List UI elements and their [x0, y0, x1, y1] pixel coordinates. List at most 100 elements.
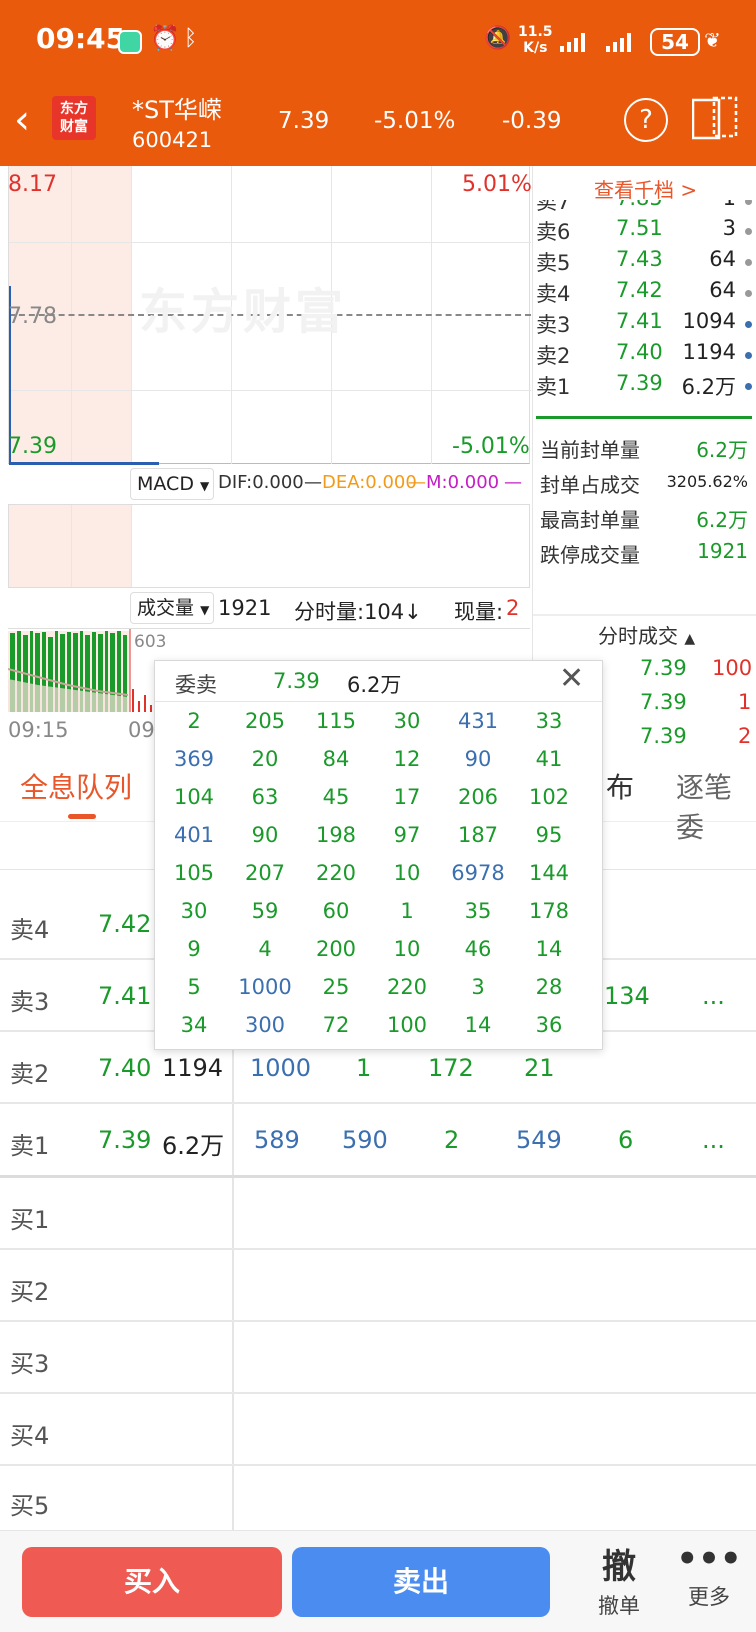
tab-distribution[interactable]: 布	[606, 766, 634, 806]
stock-header: ‹ 东方 财富 *ST华嵘 600421 7.39 -5.01% -0.39 ?	[0, 86, 756, 166]
help-icon[interactable]: ?	[624, 98, 668, 142]
popup-cell: 369	[173, 747, 215, 771]
popup-cell: 95	[535, 823, 563, 847]
popup-cell: 1000	[238, 975, 292, 999]
net-speed: 11.5 K/s	[518, 24, 553, 56]
popup-cell: 104	[173, 785, 215, 809]
popup-cell: 200	[315, 937, 357, 961]
ask-row: 卖3 7.41 1094	[536, 309, 752, 339]
popup-title: 委卖	[175, 673, 217, 697]
signal-icon	[560, 30, 590, 54]
ask-row: 卖77.851	[536, 200, 752, 216]
stock-name: *ST华嵘	[132, 96, 222, 124]
ask-row: 卖2 7.40 1194	[536, 340, 752, 370]
low-price-label: 7.39	[8, 434, 57, 459]
bluetooth-icon: ᛒ	[184, 26, 198, 51]
popup-cell: 17	[393, 785, 421, 809]
header-change: -0.39	[502, 108, 562, 134]
macd-dash-3: —	[504, 472, 522, 493]
popup-cell: 178	[528, 899, 570, 923]
switch-view-icon[interactable]	[691, 96, 738, 140]
popup-cell: 205	[244, 709, 286, 733]
cancel-label: 撤单	[598, 1594, 640, 1618]
queue-row-bid3[interactable]: 买3	[0, 1322, 756, 1394]
macd-selector[interactable]: MACD ▼	[130, 468, 214, 500]
clock: 09:45	[36, 22, 126, 55]
popup-cell: 105	[173, 861, 215, 885]
popup-cell: 14	[535, 937, 563, 961]
queue-row-bid5[interactable]: 买5	[0, 1466, 756, 1530]
low-pct-label: -5.01%	[452, 434, 530, 459]
popup-cell: 300	[244, 1013, 286, 1037]
popup-cell: 14	[464, 1013, 492, 1037]
popup-cell: 46	[464, 937, 492, 961]
popup-cell: 59	[251, 899, 279, 923]
macd-chart[interactable]	[8, 504, 530, 588]
buy-button[interactable]: 买入	[22, 1547, 282, 1617]
queue-row-bid1[interactable]: 买1	[0, 1178, 756, 1250]
more-button[interactable]: ••• 更多	[676, 1539, 742, 1611]
tick-volume: 分时量:104↓	[294, 600, 422, 624]
time-mid-label: 09	[128, 718, 155, 742]
popup-cell: 102	[528, 785, 570, 809]
volume-total: 1921	[218, 596, 272, 620]
popup-cell: 100	[386, 1013, 428, 1037]
popup-cell: 72	[322, 1013, 350, 1037]
popup-cell: 84	[322, 747, 350, 771]
ask-queue-popup[interactable]: 委卖 7.39 6.2万 ✕ 2 20 5 115 30 431 33 369 20 84 12 90…	[154, 660, 603, 1050]
tick-vol: 100	[712, 656, 753, 680]
popup-cell: 401	[173, 823, 215, 847]
popup-cell: 33	[535, 709, 563, 733]
popup-cell: 20	[251, 747, 279, 771]
view-1000-levels-link[interactable]: 查看千档 >	[594, 174, 697, 203]
popup-cell: 187	[457, 823, 499, 847]
popup-cell: 10	[393, 937, 421, 961]
popup-cell: 5	[187, 975, 201, 999]
tick-trades-header[interactable]: 分时成交 ▲	[598, 620, 695, 649]
popup-cell: 115	[315, 709, 357, 733]
popup-cell: 220	[386, 975, 428, 999]
popup-cell: 12	[393, 747, 421, 771]
popup-cell: 144	[528, 861, 570, 885]
more-label: 更多	[688, 1585, 730, 1609]
popup-amount: 6.2万	[347, 673, 402, 697]
popup-cell: 97	[393, 823, 421, 847]
bottom-bar: 买入 卖出 撤 撤单 ••• 更多	[0, 1530, 756, 1632]
tab-indicator	[68, 814, 96, 819]
cancel-order-button[interactable]: 撤 撤单	[586, 1539, 652, 1620]
popup-price: 7.39	[273, 669, 320, 693]
sell-button[interactable]: 卖出	[292, 1547, 550, 1617]
watermark: 东方财富	[139, 284, 348, 340]
popup-cell: 220	[315, 861, 357, 885]
leaf-icon: ❦	[704, 28, 721, 52]
volume-max-label: 603	[134, 632, 167, 652]
mute-icon: 🔕	[484, 26, 512, 51]
volume-selector[interactable]: 成交量 ▼	[130, 592, 214, 624]
popup-cell: 3	[471, 975, 485, 999]
cancel-icon: 撤	[602, 1547, 636, 1587]
high-pct-label: 5.01%	[462, 172, 532, 197]
popup-cell: 90	[251, 823, 279, 847]
stock-code: 600421	[132, 128, 213, 152]
tick-price: 7.39	[640, 724, 687, 748]
popup-cell: 10	[393, 861, 421, 885]
macd-dif: DIF:0.000	[218, 472, 304, 493]
queue-row-bid2[interactable]: 买2	[0, 1250, 756, 1322]
tab-full-queue[interactable]: 全息队列	[20, 766, 132, 806]
popup-cell: 30	[393, 709, 421, 733]
queue-row-ask1[interactable]: 卖1 7.39 6.2万 589 590 2 549 6 ...	[0, 1104, 756, 1178]
popup-cell: 198	[315, 823, 357, 847]
price-chart[interactable]: 东方财富	[8, 166, 531, 465]
popup-cell: 431	[457, 709, 499, 733]
close-icon[interactable]: ✕	[559, 661, 584, 696]
mid-price-label: 7.78	[8, 304, 57, 329]
back-icon[interactable]: ‹	[14, 100, 30, 140]
popup-cell: 30	[180, 899, 208, 923]
status-bar: 09:45 ⏰ ᛒ 🔕 11.5 K/s 54 ❦	[0, 0, 756, 86]
high-price-label: 8.17	[8, 172, 57, 197]
popup-cell: 63	[251, 785, 279, 809]
popup-cell: 36	[535, 1013, 563, 1037]
popup-cell: 45	[322, 785, 350, 809]
queue-row-bid4[interactable]: 买4	[0, 1394, 756, 1466]
time-start-label: 09:15	[8, 718, 69, 742]
